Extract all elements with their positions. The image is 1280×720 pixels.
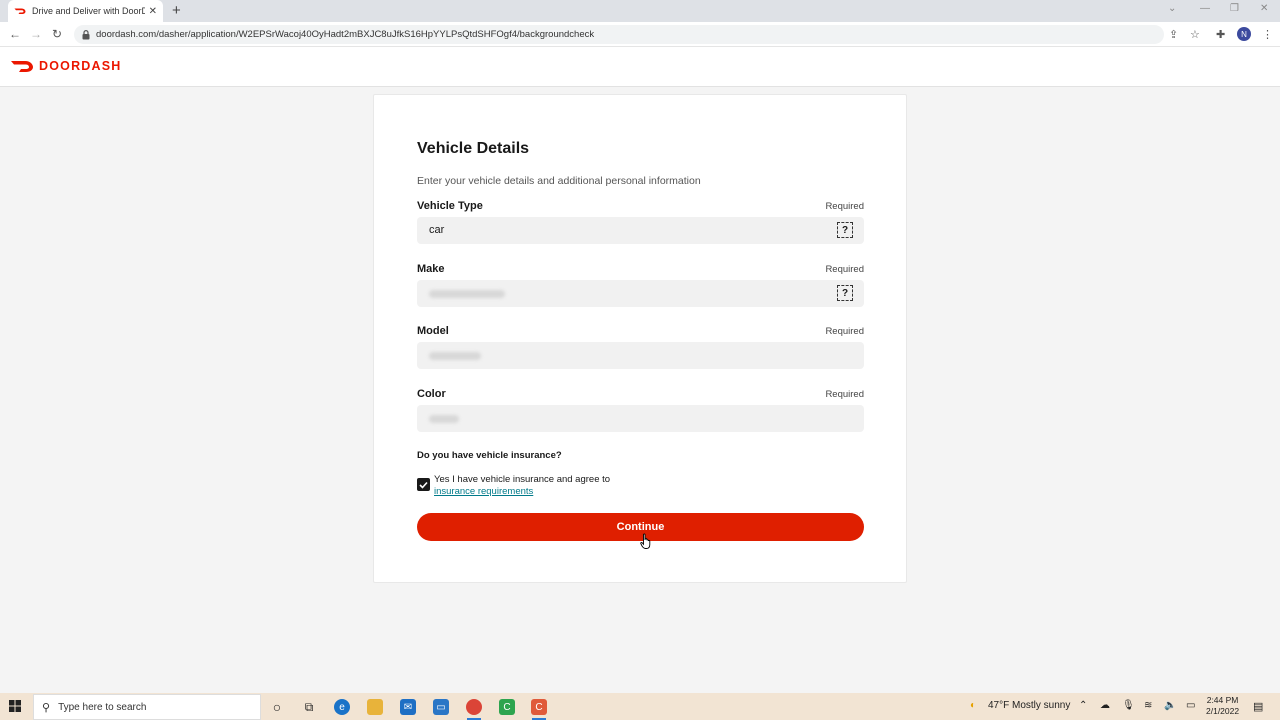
model-label: Model	[417, 325, 449, 337]
url-text: doordash.com/dasher/application/W2EPSrWa…	[96, 29, 595, 40]
back-icon[interactable]: ←	[9, 27, 21, 41]
menu-icon[interactable]: ⋮	[1262, 28, 1273, 41]
minimize-icon[interactable]: —	[1200, 3, 1210, 14]
notifications-icon[interactable]: ▤	[1253, 700, 1263, 713]
volume-icon[interactable]: 🔈	[1164, 700, 1176, 711]
url-input[interactable]: doordash.com/dasher/application/W2EPSrWa…	[74, 25, 1164, 44]
address-bar-row: ← → ↻ doordash.com/dasher/application/W2…	[0, 22, 1280, 47]
insurance-requirements-link[interactable]: insurance requirements	[434, 486, 533, 497]
make-value-redacted	[429, 290, 505, 298]
weather-icon[interactable]: ◐	[970, 700, 976, 711]
share-icon[interactable]: ⇪	[1169, 28, 1178, 41]
forward-icon[interactable]: →	[30, 27, 42, 41]
required-indicator: Required	[825, 264, 864, 275]
insurance-question: Do you have vehicle insurance?	[417, 450, 562, 461]
model-value-redacted	[429, 352, 481, 360]
show-hidden-icons-icon[interactable]: ⌃	[1079, 700, 1087, 711]
model-input[interactable]	[417, 342, 864, 369]
insurance-agreement-text: Yes I have vehicle insurance and agree t…	[434, 474, 611, 485]
mail-icon[interactable]: ✉	[400, 699, 416, 715]
vehicle-type-label: Vehicle Type	[417, 200, 483, 212]
battery-icon[interactable]: ▭	[1186, 700, 1195, 711]
required-indicator: Required	[825, 201, 864, 212]
app-icon[interactable]: ▭	[433, 699, 449, 715]
vehicle-type-select[interactable]: car ?	[417, 217, 864, 244]
color-input[interactable]	[417, 405, 864, 432]
search-placeholder: Type here to search	[58, 701, 147, 713]
tab-title: Drive and Deliver with DoorDash	[32, 6, 145, 16]
reload-icon[interactable]: ↻	[52, 27, 62, 41]
vehicle-type-value: car	[429, 224, 445, 236]
cortana-icon[interactable]: ○	[269, 699, 285, 715]
windows-taskbar: ⚲ Type here to search ○ ⧉ e ✉ ▭ C C ◐ 47…	[0, 693, 1280, 720]
make-input[interactable]: ?	[417, 280, 864, 307]
wifi-icon[interactable]: ≋	[1144, 700, 1152, 711]
page-subtitle: Enter your vehicle details and additiona…	[417, 175, 701, 187]
extensions-icon[interactable]: ✚	[1216, 28, 1225, 41]
checkmark-icon	[419, 481, 428, 489]
site-header: DOORDASH	[0, 47, 1280, 87]
doordash-favicon-icon	[14, 8, 26, 14]
taskbar-search-input[interactable]: ⚲ Type here to search	[33, 694, 261, 720]
lock-icon	[82, 29, 90, 39]
make-label: Make	[417, 263, 445, 275]
new-tab-button[interactable]: +	[172, 2, 181, 19]
page-title: Vehicle Details	[417, 140, 530, 157]
help-icon[interactable]: ?	[837, 222, 853, 238]
camtasia-icon[interactable]: C	[499, 699, 515, 715]
browser-tab-bar: Drive and Deliver with DoorDash ✕ + ⌄ — …	[0, 0, 1280, 22]
vehicle-details-card: Vehicle Details Enter your vehicle detai…	[373, 94, 907, 583]
task-view-icon[interactable]: ⧉	[301, 699, 317, 715]
profile-avatar[interactable]: N	[1237, 27, 1251, 41]
clock-date: 2/1/2022	[1206, 706, 1240, 716]
onedrive-icon[interactable]: ☁	[1100, 700, 1110, 711]
doordash-logo-icon	[11, 61, 33, 72]
tab-doordash[interactable]: Drive and Deliver with DoorDash ✕	[8, 0, 163, 22]
tab-search-icon[interactable]: ⌄	[1168, 3, 1176, 14]
windows-start-icon[interactable]	[9, 700, 21, 712]
bookmark-star-icon[interactable]: ☆	[1190, 28, 1200, 41]
help-icon[interactable]: ?	[837, 285, 853, 301]
weather-temp[interactable]: 47°F	[988, 700, 1009, 711]
search-icon: ⚲	[42, 701, 51, 714]
insurance-checkbox[interactable]	[417, 478, 430, 491]
close-window-icon[interactable]: ✕	[1260, 3, 1268, 14]
recorder-icon[interactable]: C	[531, 699, 547, 720]
doordash-logo[interactable]: DOORDASH	[10, 59, 122, 73]
tab-close-icon[interactable]: ✕	[149, 6, 157, 17]
file-explorer-icon[interactable]	[367, 699, 383, 715]
weather-text[interactable]: Mostly sunny	[1012, 700, 1070, 711]
restore-icon[interactable]: ❐	[1230, 3, 1239, 14]
required-indicator: Required	[825, 326, 864, 337]
hand-cursor-icon	[640, 533, 651, 549]
chrome-icon[interactable]	[466, 699, 482, 720]
edge-icon[interactable]: e	[334, 699, 350, 715]
color-label: Color	[417, 388, 446, 400]
taskbar-clock[interactable]: 2:44 PM 2/1/2022	[1206, 695, 1239, 717]
clock-time: 2:44 PM	[1206, 695, 1239, 705]
brand-wordmark: DOORDASH	[39, 59, 122, 73]
microphone-icon[interactable]: 🎙	[1122, 700, 1135, 711]
color-value-redacted	[429, 415, 459, 423]
required-indicator: Required	[825, 389, 864, 400]
